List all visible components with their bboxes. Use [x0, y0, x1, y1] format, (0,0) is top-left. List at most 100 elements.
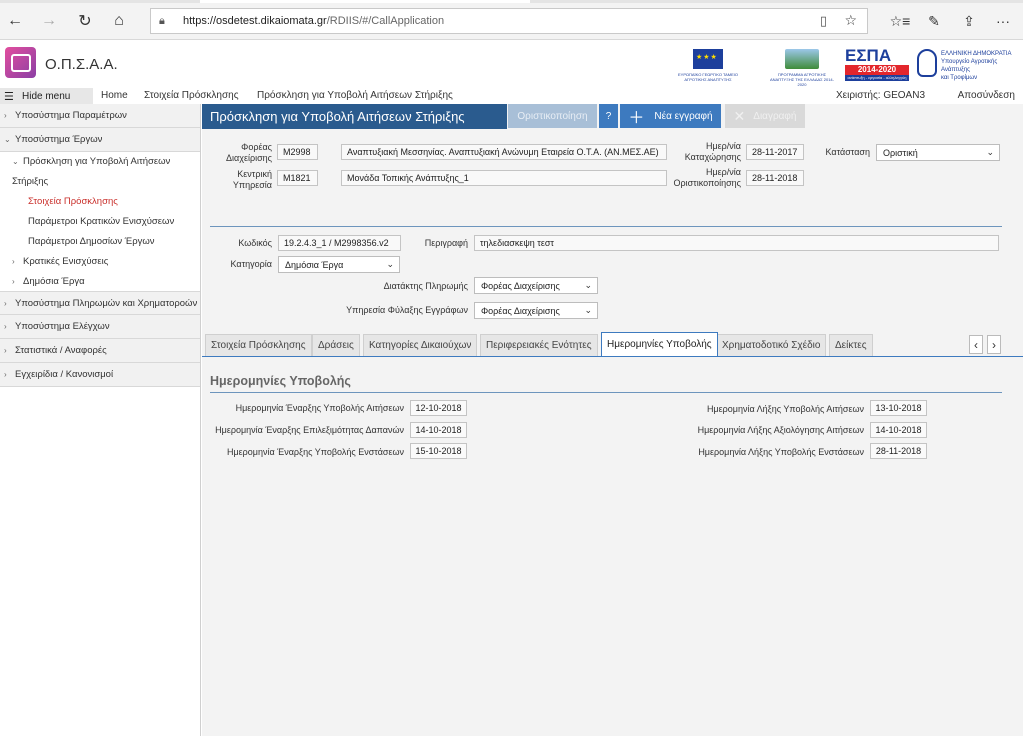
- payment-authorizer-select[interactable]: Φορέας Διαχείρισης ⌄: [474, 277, 598, 294]
- hide-menu-button[interactable]: ☰ Hide menu: [0, 88, 93, 104]
- sidebar-item-state-aid[interactable]: › Κρατικές Ενισχύσεις: [0, 251, 200, 271]
- tab-financing-plan[interactable]: Χρηματοδοτικό Σχέδιο: [716, 334, 827, 356]
- app-header: Ο.Π.Σ.Α.Α. ΕΥΡΩΠΑΪΚΟ ΓΕΩΡΓΙΚΟ ΤΑΜΕΙΟ ΑΓΡ…: [0, 41, 1023, 88]
- end-evaluation-label: Ημερομηνία Λήξης Αξιολόγησης Αιτήσεων: [697, 425, 864, 435]
- sidebar-item-manuals[interactable]: › Εγχειρίδια / Κανονισμοί: [0, 363, 200, 387]
- help-button[interactable]: ?: [599, 104, 618, 128]
- central-service-name-field[interactable]: Μονάδα Τοπικής Ανάπτυξης_1: [341, 170, 667, 186]
- tab-actions[interactable]: Δράσεις: [312, 334, 360, 356]
- active-browser-tab[interactable]: [200, 0, 530, 3]
- breadcrumb-call-application[interactable]: Πρόσκληση για Υποβολή Αιτήσεων Στήριξης: [257, 90, 453, 101]
- start-objections-label: Ημερομηνία Έναρξης Υποβολής Ενστάσεων: [226, 447, 404, 457]
- reading-view-icon[interactable]: ▯: [820, 13, 827, 29]
- back-icon[interactable]: ←: [2, 8, 28, 34]
- seal-icon: [917, 49, 937, 77]
- more-icon[interactable]: ···: [990, 8, 1016, 34]
- main-content: Πρόσκληση για Υποβολή Αιτήσεων Στήριξης …: [202, 104, 1023, 736]
- divider: [210, 226, 1002, 227]
- favorite-star-icon[interactable]: ☆: [844, 12, 857, 29]
- hide-menu-label: Hide menu: [22, 90, 71, 102]
- sidebar-item-statistics[interactable]: › Στατιστικά / Αναφορές: [0, 339, 200, 363]
- end-evaluation-field[interactable]: 14-10-2018: [870, 422, 927, 438]
- managing-body-name-field[interactable]: Αναπτυξιακή Μεσσηνίας. Αναπτυξιακή Ανώνυ…: [341, 144, 667, 160]
- chevron-right-icon: ›: [4, 370, 7, 379]
- sidebar-item-controls[interactable]: › Υποσύστημα Ελέγχων: [0, 315, 200, 339]
- sidebar-item-public-works-params[interactable]: Παράμετροι Δημοσίων Έργων: [0, 231, 200, 251]
- document-custody-select[interactable]: Φορέας Διαχείρισης ⌄: [474, 302, 598, 319]
- espa-logo: ΕΣΠΑ 2014-2020 ανάπτυξη - εργασία - αλλη…: [845, 47, 909, 83]
- finalization-date-field[interactable]: 28-11-2018: [746, 170, 804, 186]
- eu-logo: ΕΥΡΩΠΑΪΚΟ ΓΕΩΡΓΙΚΟ ΤΑΜΕΙΟ ΑΓΡΟΤΙΚΗΣ ΑΝΑΠ…: [678, 49, 738, 82]
- start-submission-field[interactable]: 12-10-2018: [410, 400, 467, 416]
- chevron-left-icon[interactable]: ‹: [969, 335, 983, 354]
- chevron-down-icon: ⌄: [986, 147, 994, 157]
- pen-icon[interactable]: ✎: [921, 8, 947, 34]
- sidebar-item-call-application[interactable]: ⌄ Πρόσκληση για Υποβολή Αιτήσεων: [0, 151, 200, 171]
- logout-link[interactable]: Αποσύνδεση: [958, 90, 1015, 101]
- code-field[interactable]: 19.2.4.3_1 / M2998356.v2: [278, 235, 401, 251]
- address-bar[interactable]: 🔒︎ https://osdetest.dikaiomata.gr/RDIIS/…: [150, 8, 868, 34]
- breadcrumb-call-details[interactable]: Στοιχεία Πρόσκλησης: [144, 90, 239, 101]
- status-select[interactable]: Οριστική ⌄: [876, 144, 1000, 161]
- start-objections-field[interactable]: 15-10-2018: [410, 443, 467, 459]
- sidebar-item-parameters[interactable]: › Υποσύστημα Παραμέτρων: [0, 104, 200, 128]
- managing-body-code-field[interactable]: M2998: [277, 144, 318, 160]
- registration-date-field[interactable]: 28-11-2017: [746, 144, 804, 160]
- delete-button[interactable]: ✕ Διαγραφή: [725, 104, 805, 128]
- chevron-down-icon: ⌄: [12, 156, 19, 166]
- forward-icon[interactable]: →: [36, 8, 62, 34]
- nav-home-link[interactable]: Home: [101, 90, 128, 101]
- section-title: Ημερομηνίες Υποβολής: [210, 374, 351, 388]
- code-label: Κωδικός: [238, 238, 272, 248]
- ministry-logo: ΕΛΛΗΝΙΚΗ ΔΗΜΟΚΡΑΤΙΑ Υπουργείο Αγροτικής Α…: [917, 47, 1021, 83]
- tab-submission-dates[interactable]: Ημερομηνίες Υποβολής: [601, 332, 718, 356]
- tab-strip: [0, 0, 1023, 3]
- start-eligibility-field[interactable]: 14-10-2018: [410, 422, 467, 438]
- sidebar-item-payments[interactable]: › Υποσύστημα Πληρωμών και Χρηματοροών: [0, 291, 200, 315]
- tab-regional-units[interactable]: Περιφερειακές Ενότητες: [480, 334, 598, 356]
- sidebar-item-call-details[interactable]: Στοιχεία Πρόσκλησης: [0, 191, 200, 211]
- url-host: https://osdetest.dikaiomata.gr: [183, 15, 327, 27]
- managing-body-label: Φορέας Διαχείρισης: [226, 142, 272, 163]
- sidebar: › Υποσύστημα Παραμέτρων ⌄ Υποσύστημα Έργων…: [0, 104, 201, 736]
- sidebar-item-state-aid-params[interactable]: Παράμετροι Κρατικών Ενισχύσεων: [0, 211, 200, 231]
- reload-icon[interactable]: ↻: [72, 8, 98, 34]
- url-path: /RDIIS/#/CallApplication: [326, 15, 445, 27]
- status-label: Κατάσταση: [825, 147, 870, 157]
- programme-logo: ΠΡΟΓΡΑΜΜΑ ΑΓΡΟΤΙΚΗΣ ΑΝΑΠΤΥΞΗΣ ΤΗΣ ΕΛΛΑΔΑ…: [770, 49, 834, 87]
- start-submission-label: Ημερομηνία Έναρξης Υποβολής Αιτήσεων: [235, 403, 404, 413]
- share-icon[interactable]: ⇪: [956, 8, 982, 34]
- plus-icon: ＋: [628, 110, 645, 127]
- new-record-button[interactable]: ＋ Νέα εγγραφή: [620, 104, 721, 128]
- sidebar-item-projects[interactable]: ⌄ Υποσύστημα Έργων: [0, 128, 200, 152]
- sidebar-item-call-application-cont[interactable]: Στήριξης: [0, 171, 200, 191]
- description-field[interactable]: τηλεδιασκεψη τεστ: [474, 235, 999, 251]
- chevron-right-icon: ›: [12, 256, 15, 266]
- chevron-right-icon: ›: [4, 346, 7, 355]
- central-service-code-field[interactable]: M1821: [277, 170, 318, 186]
- favorites-icon[interactable]: ☆≡: [887, 8, 913, 34]
- chevron-down-icon: ⌄: [584, 305, 592, 315]
- tab-beneficiary-categories[interactable]: Κατηγορίες Δικαιούχων: [363, 334, 478, 356]
- registration-date-label: Ημερ/νία Καταχώρησης: [684, 141, 741, 162]
- browser-toolbar: ← → ↻ ⌂ 🔒︎ https://osdetest.dikaiomata.g…: [0, 0, 1023, 40]
- user-label: Χειριστής: GEOAN3: [836, 90, 925, 101]
- category-select[interactable]: Δημόσια Έργα ⌄: [278, 256, 400, 273]
- finalization-date-label: Ημερ/νία Οριστικοποίησης: [673, 167, 742, 188]
- chevron-right-icon: ›: [12, 276, 15, 286]
- chevron-right-icon[interactable]: ›: [987, 335, 1001, 354]
- chevron-right-icon: ›: [4, 298, 7, 308]
- end-objections-field[interactable]: 28-11-2018: [870, 443, 927, 459]
- tab-call-details[interactable]: Στοιχεία Πρόσκλησης: [205, 334, 312, 356]
- end-objections-label: Ημερομηνία Λήξης Υποβολής Ενστάσεων: [698, 447, 864, 457]
- app-logo-icon[interactable]: [5, 47, 36, 78]
- end-submission-field[interactable]: 13-10-2018: [870, 400, 927, 416]
- app-title: Ο.Π.Σ.Α.Α.: [45, 56, 118, 73]
- section-divider: [210, 392, 1002, 393]
- finalize-button[interactable]: Οριστικοποίηση: [508, 104, 597, 128]
- sidebar-item-public-works[interactable]: › Δημόσια Έργα: [0, 271, 200, 291]
- tab-indicators[interactable]: Δείκτες: [829, 334, 873, 356]
- home-icon[interactable]: ⌂: [106, 8, 132, 34]
- description-label: Περιγραφή: [424, 238, 468, 248]
- end-submission-label: Ημερομηνία Λήξης Υποβολής Αιτήσεων: [706, 404, 864, 414]
